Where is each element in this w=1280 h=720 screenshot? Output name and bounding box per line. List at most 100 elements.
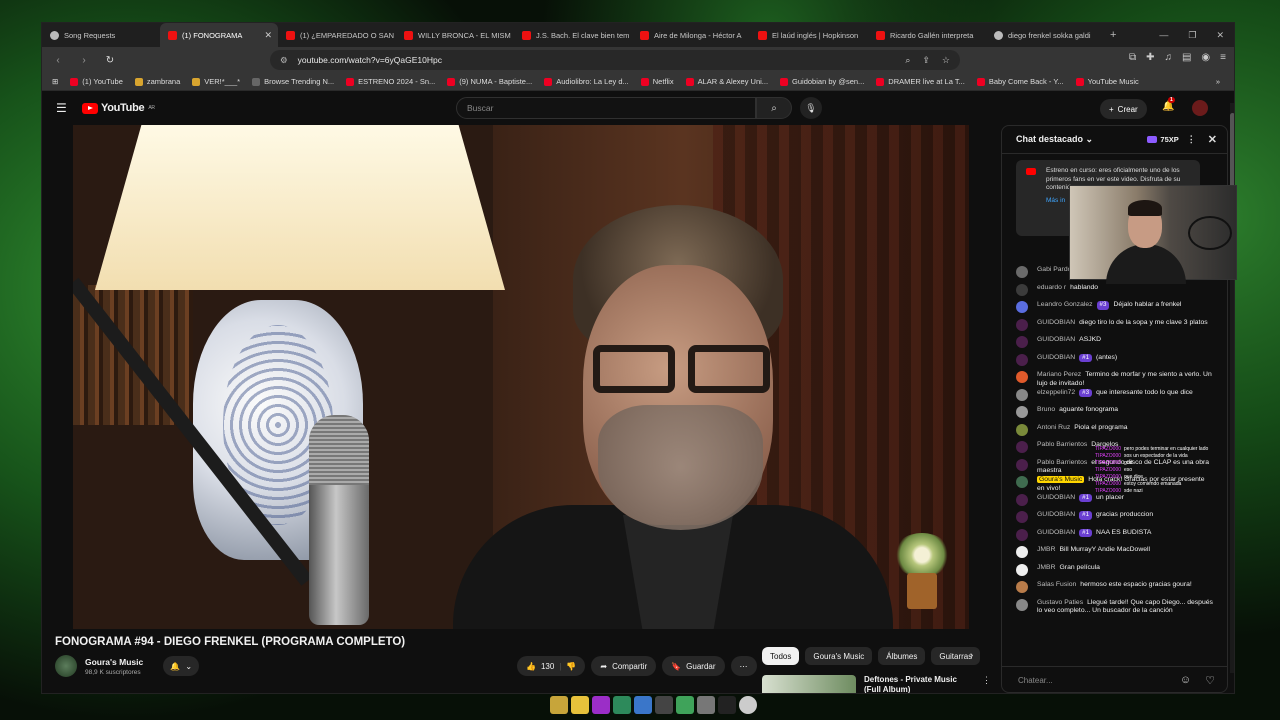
taskbar-app-icon[interactable] (697, 696, 715, 714)
site-info-icon[interactable]: ⚙ (280, 55, 288, 66)
taskbar-folder-icon[interactable] (571, 696, 589, 714)
close-window-icon[interactable]: ✕ (1216, 30, 1224, 41)
search-button[interactable]: ⌕ (756, 97, 792, 119)
chat-author[interactable]: Bruno (1037, 406, 1055, 413)
minimize-icon[interactable]: — (1159, 30, 1168, 41)
menu-icon[interactable]: ≡ (1220, 52, 1226, 63)
bookmark-item[interactable]: Baby Come Back - Y... (976, 77, 1064, 86)
chat-avatar[interactable] (1016, 406, 1028, 418)
youtube-logo[interactable]: YouTube AR (82, 102, 155, 114)
extension-icon[interactable]: ⧉ (1129, 52, 1136, 63)
chat-author[interactable]: GUIDOBIAN (1037, 511, 1075, 518)
zoom-icon[interactable]: ⌕ (905, 55, 910, 66)
filter-chip[interactable]: Goura's Music (805, 647, 873, 665)
chat-author[interactable]: GUIDOBIAN (1037, 529, 1075, 536)
chat-avatar[interactable] (1016, 598, 1028, 611)
browser-tab[interactable]: Ricardo Gallén interpreta (868, 23, 986, 47)
chat-avatar[interactable] (1016, 528, 1028, 541)
channel-watermark[interactable] (891, 533, 953, 611)
maximize-icon[interactable]: ❐ (1188, 30, 1196, 41)
bookmark-item[interactable]: YouTube Music (1075, 77, 1139, 86)
forward-icon[interactable]: › (74, 55, 94, 66)
chat-author[interactable]: JMBR (1037, 564, 1056, 571)
browser-tab[interactable]: Song Requests (42, 23, 160, 47)
chat-avatar[interactable] (1016, 546, 1028, 558)
bookmark-item[interactable]: VER!*___* (192, 77, 240, 86)
chat-author[interactable]: Pablo Barrientos (1037, 441, 1087, 448)
chat-author[interactable]: GUIDOBIAN (1037, 494, 1075, 501)
channel-avatar[interactable] (55, 655, 77, 677)
browser-tab[interactable]: diego frenkel sokka galdi (986, 23, 1104, 47)
browser-tab[interactable]: Aire de Milonga - Héctor A (632, 23, 750, 47)
taskbar-app-icon[interactable] (655, 696, 673, 714)
taskbar-app-icon[interactable] (718, 696, 736, 714)
chat-author[interactable]: Antoni Ruz (1037, 424, 1070, 431)
chat-avatar[interactable] (1016, 441, 1028, 453)
taskbar-app-icon[interactable] (676, 696, 694, 714)
chat-options-icon[interactable]: ⋮ (1187, 134, 1196, 145)
chat-avatar[interactable] (1016, 266, 1028, 278)
back-icon[interactable]: ‹ (48, 55, 68, 66)
hamburger-menu-icon[interactable]: ☰ (56, 101, 68, 115)
bookmarks-overflow-icon[interactable]: » (1216, 77, 1220, 86)
taskbar-app-icon[interactable] (550, 696, 568, 714)
chat-avatar[interactable] (1016, 563, 1028, 576)
bookmark-item[interactable]: Guidobian by @sen... (780, 77, 864, 86)
chat-avatar[interactable] (1016, 371, 1028, 383)
chat-avatar[interactable] (1016, 336, 1028, 348)
xp-badge[interactable]: 75XP (1147, 135, 1179, 144)
chat-author[interactable]: Gabi Pardo (1037, 266, 1071, 273)
create-button[interactable]: + Crear (1100, 99, 1147, 119)
chat-avatar[interactable] (1016, 318, 1028, 331)
chat-avatar[interactable] (1016, 511, 1028, 523)
apps-icon[interactable]: ⊞ (52, 77, 58, 86)
chat-avatar[interactable] (1016, 388, 1028, 401)
chat-author[interactable]: GUIDOBIAN (1037, 354, 1075, 361)
recommendation-item[interactable]: Deftones - Private Music (Full Album) ⋮ (762, 675, 991, 693)
bookmark-item[interactable]: Netflix (640, 77, 674, 86)
bookmark-star-icon[interactable]: ☆ (942, 55, 950, 66)
chat-avatar[interactable] (1016, 423, 1028, 436)
browser-tab[interactable]: (1) ¿EMPAREDADO O SAN (278, 23, 396, 47)
like-button[interactable]: 👍 130 | 👎 (517, 656, 586, 676)
puzzle-icon[interactable]: ✚ (1146, 52, 1154, 63)
taskbar-app-icon[interactable] (634, 696, 652, 714)
filter-chip[interactable]: Álbumes (878, 647, 926, 665)
chat-author[interactable]: Goura's Music (1037, 476, 1085, 483)
taskbar-app-icon[interactable] (613, 696, 631, 714)
recommendation-thumbnail[interactable] (762, 675, 856, 693)
close-tab-icon[interactable]: ✕ (264, 30, 272, 41)
close-icon[interactable]: ✕ (1208, 133, 1217, 146)
new-tab-icon[interactable]: + (1110, 29, 1116, 41)
filter-chip[interactable]: Todos (762, 647, 800, 665)
share-button[interactable]: ➦ Compartir (591, 656, 657, 676)
chat-author[interactable]: Pablo Barrientos (1037, 459, 1087, 466)
chat-author[interactable]: Salas Fusion (1037, 581, 1076, 588)
chat-author[interactable]: GUIDOBIAN (1037, 336, 1075, 343)
chat-avatar[interactable] (1016, 283, 1028, 296)
chat-author[interactable]: Mariano Perez (1037, 371, 1081, 378)
bookmark-item[interactable]: zambrana (134, 77, 180, 86)
thumbs-down-icon[interactable]: 👎 (566, 662, 576, 671)
search-input[interactable]: Buscar (456, 97, 756, 119)
chat-avatar[interactable] (1016, 581, 1028, 593)
chat-avatar[interactable] (1016, 476, 1028, 488)
chat-avatar[interactable] (1016, 458, 1028, 471)
taskbar-app-icon[interactable] (592, 696, 610, 714)
more-actions-button[interactable]: ⋯ (730, 656, 757, 676)
voice-search-button[interactable]: 🎙 (800, 97, 822, 119)
profile-icon[interactable]: ◉ (1201, 52, 1210, 63)
bookmark-item[interactable]: ESTRENO 2024 - Sn... (346, 77, 435, 86)
recommendation-title[interactable]: Deftones - Private Music (Full Album) (864, 675, 974, 693)
kebab-menu-icon[interactable]: ⋮ (982, 675, 991, 693)
chat-author[interactable]: GUIDOBIAN (1037, 319, 1075, 326)
heart-icon[interactable]: ♡ (1205, 674, 1215, 687)
notifications-button[interactable]: 🔔 1 (1162, 97, 1175, 112)
taskbar-app-icon[interactable] (739, 696, 757, 714)
browser-tab[interactable]: J.S. Bach. El clave bien tem (514, 23, 632, 47)
chat-input[interactable]: Chatear... ☺ ♡ (1002, 666, 1227, 692)
sidebar-icon[interactable]: ▤ (1182, 52, 1191, 63)
bookmark-item[interactable]: ALAR & Alexey Uni... (685, 77, 768, 86)
chat-avatar[interactable] (1016, 353, 1028, 366)
avatar[interactable] (1192, 100, 1208, 116)
